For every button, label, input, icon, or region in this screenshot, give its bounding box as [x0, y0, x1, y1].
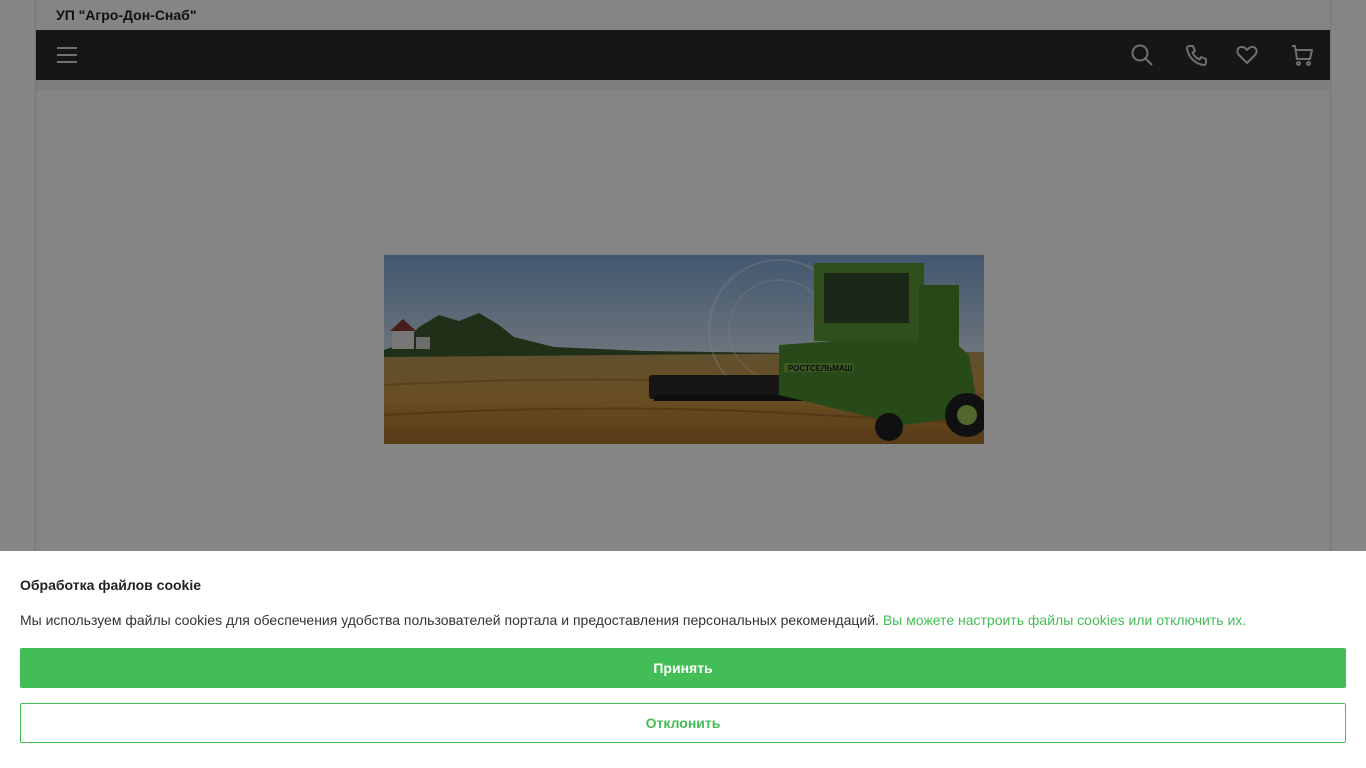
accept-cookies-button[interactable]: Принять: [20, 648, 1346, 688]
cookie-settings-link[interactable]: Вы можете настроить файлы cookies или от…: [883, 612, 1246, 628]
decline-cookies-button[interactable]: Отклонить: [20, 703, 1346, 743]
cookie-description-text: Мы используем файлы cookies для обеспече…: [20, 612, 883, 628]
cookie-consent-panel: Обработка файлов cookie Мы используем фа…: [0, 551, 1366, 768]
cookie-title: Обработка файлов cookie: [20, 577, 202, 593]
cookie-description: Мы используем файлы cookies для обеспече…: [20, 612, 1246, 628]
